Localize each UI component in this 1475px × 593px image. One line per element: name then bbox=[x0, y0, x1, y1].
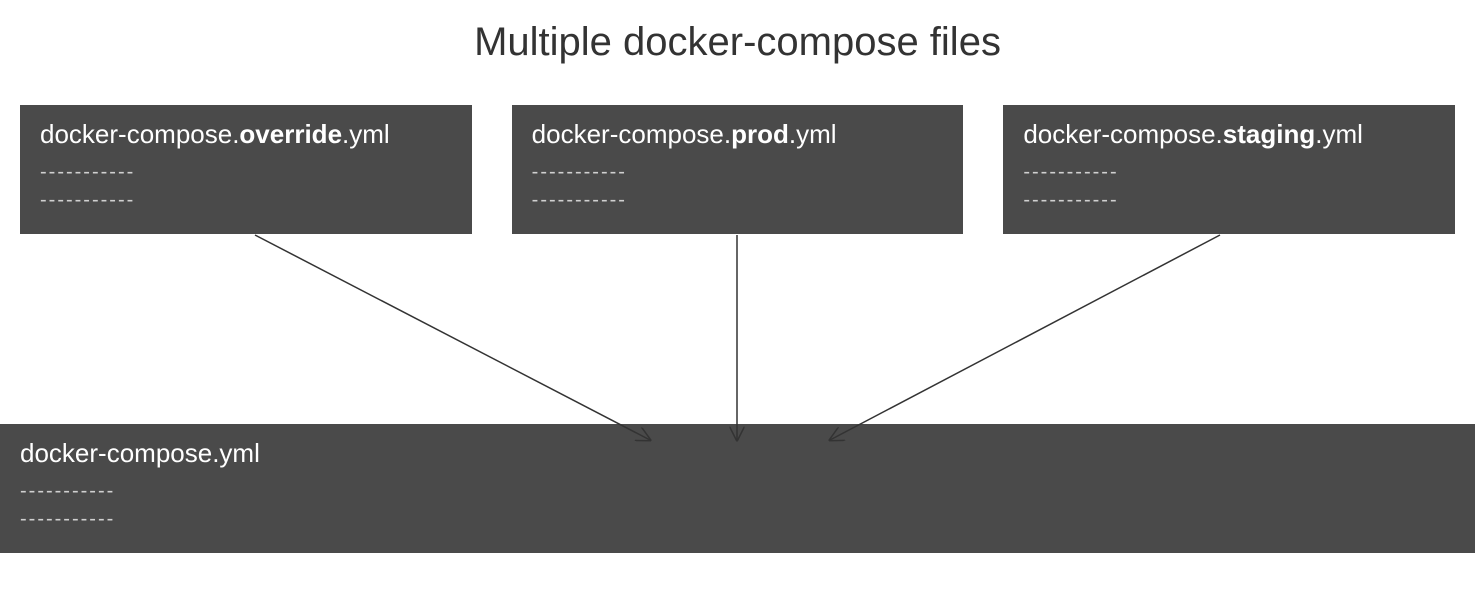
file-box-base: docker-compose.yml ----------- ---------… bbox=[0, 424, 1475, 553]
file-suffix: .yml bbox=[342, 119, 390, 149]
placeholder-line: ----------- bbox=[1023, 186, 1435, 214]
file-suffix: .yml bbox=[1315, 119, 1363, 149]
file-bold: staging bbox=[1223, 119, 1315, 149]
file-prefix: docker-compose. bbox=[532, 119, 731, 149]
file-prefix: docker-compose. bbox=[40, 119, 239, 149]
placeholder-line: ----------- bbox=[20, 477, 1455, 505]
file-box-override: docker-compose.override.yml ----------- … bbox=[20, 105, 472, 234]
file-name-prod: docker-compose.prod.yml bbox=[532, 119, 944, 150]
top-files-row: docker-compose.override.yml ----------- … bbox=[0, 105, 1475, 234]
file-box-prod: docker-compose.prod.yml ----------- ----… bbox=[512, 105, 964, 234]
file-name-override: docker-compose.override.yml bbox=[40, 119, 452, 150]
placeholder-line: ----------- bbox=[20, 505, 1455, 533]
placeholder-line: ----------- bbox=[532, 186, 944, 214]
placeholder-line: ----------- bbox=[40, 158, 452, 186]
file-suffix: .yml bbox=[789, 119, 837, 149]
bottom-file-row: docker-compose.yml ----------- ---------… bbox=[0, 424, 1475, 553]
arrow-override-to-base bbox=[255, 235, 650, 440]
file-prefix: docker-compose. bbox=[1023, 119, 1222, 149]
placeholder-line: ----------- bbox=[1023, 158, 1435, 186]
file-name-staging: docker-compose.staging.yml bbox=[1023, 119, 1435, 150]
file-bold: prod bbox=[731, 119, 789, 149]
diagram-title: Multiple docker-compose files bbox=[0, 0, 1475, 85]
file-name-base: docker-compose.yml bbox=[20, 438, 1455, 469]
file-box-staging: docker-compose.staging.yml ----------- -… bbox=[1003, 105, 1455, 234]
placeholder-line: ----------- bbox=[40, 186, 452, 214]
arrow-staging-to-base bbox=[830, 235, 1220, 440]
placeholder-line: ----------- bbox=[532, 158, 944, 186]
file-bold: override bbox=[239, 119, 342, 149]
